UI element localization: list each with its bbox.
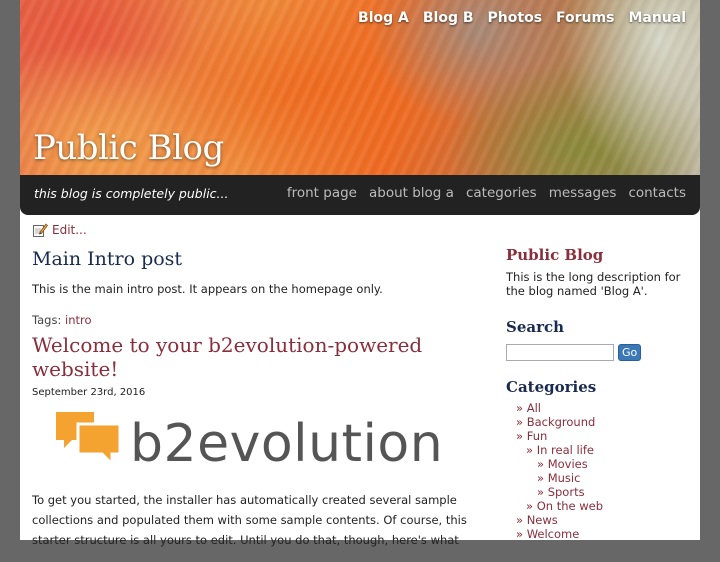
top-nav: Blog A Blog B Photos Forums Manual	[358, 10, 686, 26]
arrow-icon: »	[526, 499, 537, 513]
sidebar-blog-description: This is the long description for the blo…	[506, 270, 681, 298]
nav-manual[interactable]: Manual	[628, 10, 686, 26]
sub-nav-bar: this blog is completely public... front …	[20, 175, 700, 215]
arrow-icon: »	[516, 429, 527, 443]
menu-front-page[interactable]: front page	[287, 185, 357, 201]
blog-title[interactable]: Public Blog	[33, 128, 224, 168]
arrow-icon: »	[537, 457, 548, 471]
arrow-icon: »	[516, 401, 527, 415]
sidebar-blog-title: Public Blog	[506, 246, 604, 264]
edit-link-row: Edit...	[32, 222, 472, 238]
category-link[interactable]: Background	[527, 415, 596, 429]
main-content: Edit... Main Intro post This is the main…	[32, 222, 472, 562]
arrow-icon: »	[537, 471, 548, 485]
category-item: » Fun	[506, 429, 690, 443]
header-banner: Blog A Blog B Photos Forums Manual Publi…	[20, 0, 700, 175]
category-item: » All	[506, 401, 690, 415]
menu-categories[interactable]: categories	[466, 185, 537, 201]
pencil-icon[interactable]	[32, 222, 48, 238]
category-link[interactable]: All	[527, 401, 541, 415]
category-item: » In real life	[506, 443, 690, 457]
blog-menu: front page about blog a categories messa…	[287, 185, 686, 201]
search-go-button[interactable]: Go	[618, 344, 642, 361]
menu-contacts[interactable]: contacts	[628, 185, 686, 201]
page: Blog A Blog B Photos Forums Manual Publi…	[20, 0, 700, 547]
menu-messages[interactable]: messages	[549, 185, 617, 201]
nav-blog-b[interactable]: Blog B	[423, 10, 474, 26]
category-item: » Welcome	[506, 527, 690, 541]
blog-tagline: this blog is completely public...	[34, 186, 229, 201]
category-link[interactable]: News	[527, 513, 558, 527]
search-form: Go	[506, 344, 690, 361]
tag-intro[interactable]: intro	[65, 313, 92, 327]
edit-link[interactable]: Edit...	[52, 223, 87, 237]
menu-about-blog-a[interactable]: about blog a	[369, 185, 454, 201]
nav-forums[interactable]: Forums	[556, 10, 614, 26]
arrow-icon: »	[516, 527, 527, 541]
intro-post-body: This is the main intro post. It appears …	[32, 282, 383, 296]
category-item: » Movies	[506, 457, 690, 471]
category-item: » Background	[506, 415, 690, 429]
nav-photos[interactable]: Photos	[488, 10, 543, 26]
category-link[interactable]: Music	[548, 471, 581, 485]
sidebar-search-title: Search	[506, 318, 565, 336]
search-input[interactable]	[506, 344, 614, 361]
speech-bubbles-logo-icon	[56, 412, 122, 468]
arrow-icon: »	[516, 415, 527, 429]
category-link[interactable]: Welcome	[527, 527, 580, 541]
tags-label: Tags:	[32, 313, 62, 327]
category-item: » On the web	[506, 499, 690, 513]
post-body: To get you started, the installer has au…	[32, 493, 467, 547]
nav-blog-a[interactable]: Blog A	[358, 10, 409, 26]
category-item: » News	[506, 513, 690, 527]
arrow-icon: »	[516, 513, 527, 527]
sidebar: Public Blog This is the long description…	[506, 246, 690, 541]
b2evolution-logo: b2evolution	[54, 410, 472, 470]
category-item: » Sports	[506, 485, 690, 499]
post-title[interactable]: Welcome to your b2evolution-powered webs…	[32, 333, 472, 381]
category-link[interactable]: Movies	[548, 457, 588, 471]
sidebar-categories-title: Categories	[506, 378, 597, 396]
category-link[interactable]: In real life	[537, 443, 594, 457]
intro-post-title[interactable]: Main Intro post	[32, 248, 472, 270]
post-date: September 23rd, 2016	[32, 387, 146, 398]
arrow-icon: »	[526, 443, 537, 457]
category-link[interactable]: Fun	[527, 429, 548, 443]
categories-list: » All » Background » Fun » In real life …	[506, 401, 690, 541]
category-link[interactable]: Sports	[548, 485, 585, 499]
category-item: » Music	[506, 471, 690, 485]
tags-row: Tags: intro	[32, 313, 472, 327]
category-link[interactable]: On the web	[537, 499, 603, 513]
arrow-icon: »	[537, 485, 548, 499]
logo-wordmark: b2evolution	[130, 414, 444, 474]
